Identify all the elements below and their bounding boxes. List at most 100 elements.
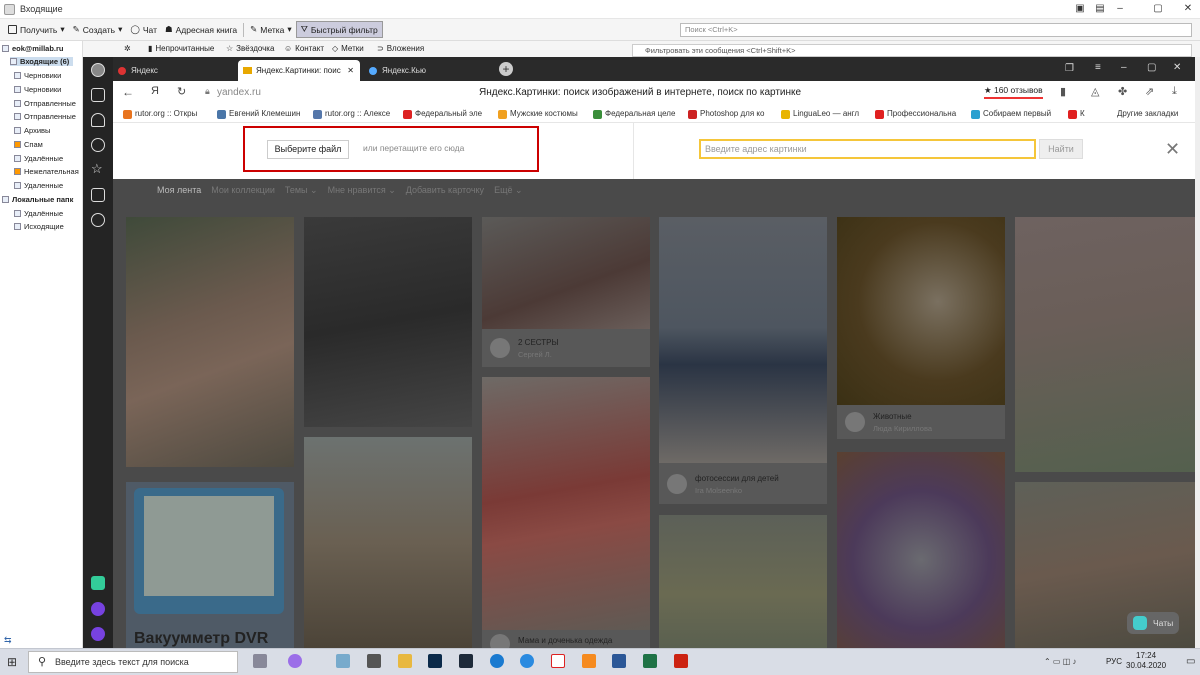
app-icon[interactable] <box>336 654 350 668</box>
reload-icon[interactable]: ↻ <box>177 85 186 98</box>
folder-item[interactable]: Нежелательная <box>14 167 79 176</box>
bookmark-item[interactable]: rutor.org :: Алексе <box>313 105 390 123</box>
tab-yandex-q[interactable]: Яндекс.Кью <box>364 60 494 81</box>
folder-item[interactable]: eok@millab.ru <box>2 44 64 53</box>
bookmark-icon[interactable]: ▮ <box>1060 85 1066 98</box>
bookmark-item[interactable]: Федеральный эле <box>403 105 482 123</box>
lightroom-icon[interactable] <box>459 654 473 668</box>
mail-client-icon[interactable] <box>520 654 534 668</box>
folder-item[interactable]: Черновики <box>14 71 61 80</box>
yandex-browser-icon[interactable] <box>551 654 565 668</box>
protect-icon[interactable]: ◬ <box>1091 85 1099 98</box>
folder-item[interactable]: Отправленные <box>14 112 76 121</box>
address-book-button[interactable]: ☗ Адресная книга <box>161 22 241 37</box>
filter-starred-button[interactable]: ☆ Звёздочка <box>226 44 274 53</box>
messenger-icon[interactable] <box>91 576 105 590</box>
reviews-badge[interactable]: ★ 160 отзывов <box>984 85 1043 99</box>
get-mail-button[interactable]: Получить ▾ <box>4 22 69 37</box>
download-icon[interactable]: ⤓ <box>1172 85 1177 98</box>
folder-item[interactable]: Архивы <box>14 126 50 135</box>
extension-icon[interactable]: ✤ <box>1118 85 1127 98</box>
collections-icon[interactable] <box>91 188 105 202</box>
folder-item[interactable]: Отправленные <box>14 99 76 108</box>
tray-icons[interactable]: ⌃ ▭ ◫ ♪ <box>1044 657 1077 666</box>
voice-assistant-icon[interactable] <box>91 627 105 641</box>
bookmark-item[interactable]: К <box>1068 105 1085 123</box>
back-icon[interactable]: ← <box>122 85 134 99</box>
windows-start-icon[interactable]: ⊞ <box>7 655 17 669</box>
notifications-bell-icon[interactable] <box>91 113 105 127</box>
close-window-button[interactable]: ✕ <box>1180 2 1196 16</box>
bookmark-item[interactable]: Профессиональна <box>875 105 956 123</box>
bookmark-item[interactable]: Собираем первый <box>971 105 1051 123</box>
apps-grid-icon[interactable] <box>91 88 105 102</box>
create-button[interactable]: ✎ Создать ▾ <box>69 22 127 37</box>
chevron-down-icon[interactable]: ▾ <box>118 24 122 35</box>
filter-attachments-button[interactable]: ⊃ Вложения <box>377 44 424 53</box>
folder-item[interactable]: Удалённые <box>14 154 63 163</box>
edge-icon[interactable] <box>490 654 504 668</box>
scrollbar[interactable] <box>1195 57 1200 648</box>
folder-item[interactable]: Исходящие <box>14 222 64 231</box>
file-explorer-icon[interactable] <box>398 654 412 668</box>
app-orange-icon[interactable] <box>582 654 596 668</box>
browser-close-button[interactable]: ✕ <box>1173 62 1181 73</box>
layout-icon[interactable]: ▤ <box>1092 2 1108 16</box>
profile-avatar[interactable] <box>91 63 105 77</box>
word-icon[interactable] <box>612 654 626 668</box>
taskbar-search-input[interactable]: Введите здесь текст для поиска <box>28 651 238 673</box>
filter-contact-button[interactable]: ☺ Контакт <box>284 44 324 53</box>
notification-icon[interactable]: ▭ <box>1186 656 1195 667</box>
bookmark-item[interactable]: Федеральная целе <box>593 105 675 123</box>
filter-tags-button[interactable]: ◇ Метки <box>332 44 364 53</box>
folder-item[interactable]: Удалённые <box>14 209 63 218</box>
calculator-icon[interactable] <box>367 654 381 668</box>
folder-item[interactable]: Удаленные <box>14 181 63 190</box>
filezilla-icon[interactable] <box>674 654 688 668</box>
tag-button[interactable]: ✎ Метка ▾ <box>246 22 296 37</box>
bookmarks-star-icon[interactable]: ☆ <box>91 161 103 177</box>
photoshop-icon[interactable] <box>428 654 442 668</box>
language-indicator[interactable]: РУС <box>1106 657 1122 666</box>
bookmark-item[interactable]: rutor.org :: Откры <box>123 105 197 123</box>
media-play-icon[interactable] <box>91 213 105 227</box>
chevron-down-icon[interactable]: ▾ <box>287 24 291 35</box>
taskbar-clock[interactable]: 17:24 30.04.2020 <box>1126 651 1166 671</box>
browser-maximize-button[interactable]: ▢ <box>1147 62 1156 73</box>
folder-item[interactable]: Локальные папк <box>2 195 73 204</box>
bookmark-item[interactable]: Евгений Клемешин <box>217 105 300 123</box>
alice-icon[interactable] <box>91 602 105 616</box>
new-tab-button[interactable]: + <box>499 62 513 76</box>
quick-filter-button[interactable]: ⛛ Быстрый фильтр <box>295 21 383 38</box>
tabs-menu-icon[interactable]: ❐ <box>1065 63 1074 74</box>
browser-minimize-button[interactable]: – <box>1121 62 1127 73</box>
tab-yandex[interactable]: Яндекс <box>113 60 238 81</box>
yandex-logo-icon[interactable]: Я <box>151 85 159 97</box>
browser-menu-icon[interactable]: ≡ <box>1095 62 1101 73</box>
task-view-icon[interactable] <box>253 654 267 668</box>
filter-unread-button[interactable]: ▮ Непрочитанные <box>148 44 214 53</box>
share-icon[interactable]: ⇗ <box>1145 85 1154 98</box>
bookmark-item[interactable]: Photoshop для ко <box>688 105 764 123</box>
choose-file-button[interactable]: Выберите файл <box>267 140 349 159</box>
bookmark-item[interactable]: Мужские костюмы <box>498 105 578 123</box>
minimize-button[interactable]: – <box>1112 2 1128 16</box>
other-bookmarks[interactable]: Другие закладки <box>1117 109 1178 118</box>
close-tab-icon[interactable]: ✕ <box>347 60 354 81</box>
bookmark-item[interactable]: LinguaLeo — англ <box>781 105 859 123</box>
chat-button[interactable]: ◯ Чат <box>126 22 161 37</box>
tab-yandex-images[interactable]: Яндекс.Картинки: поис ✕ <box>238 60 360 81</box>
chevron-down-icon[interactable]: ▾ <box>60 24 64 35</box>
excel-icon[interactable] <box>643 654 657 668</box>
app-menu-icon[interactable]: ▣ <box>1072 2 1088 16</box>
maximize-button[interactable]: ▢ <box>1150 2 1166 16</box>
pin-icon[interactable]: ✲ <box>124 44 131 53</box>
folder-item[interactable]: Спам <box>14 140 43 149</box>
alice-taskbar-icon[interactable] <box>288 654 302 668</box>
history-clock-icon[interactable] <box>91 138 105 152</box>
folder-item[interactable]: Черновики <box>14 85 61 94</box>
address-bar[interactable]: yandex.ru <box>217 87 261 98</box>
mail-search-input[interactable]: Поиск <Ctrl+K> <box>680 23 1192 37</box>
folder-item[interactable]: Входящие (6) <box>10 57 74 66</box>
filter-messages-input[interactable]: Фильтровать эти сообщения <Ctrl+Shift+K> <box>632 44 1192 57</box>
